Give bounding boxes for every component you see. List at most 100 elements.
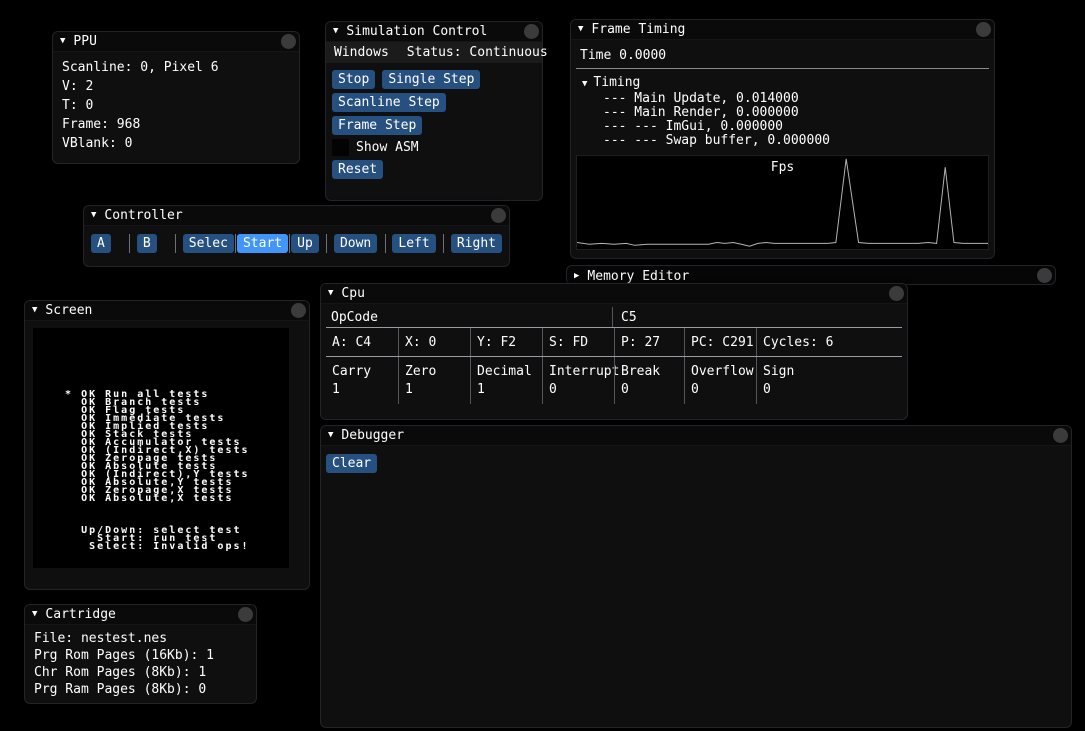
memory-editor-window: ▶ Memory Editor bbox=[566, 265, 1056, 285]
timing-tree-node[interactable]: ▼Timing bbox=[576, 75, 989, 92]
clear-button[interactable]: Clear bbox=[326, 454, 377, 473]
cpu-title: Cpu bbox=[341, 286, 364, 301]
register-pc: PC: C291 bbox=[684, 328, 756, 356]
menu-windows[interactable]: Windows bbox=[334, 45, 389, 60]
cpu-window: ▼ Cpu OpCode C5 A: C4 X: 0 Y: F2 S: FD P… bbox=[320, 283, 908, 420]
screen-titlebar[interactable]: ▼ Screen bbox=[25, 301, 309, 321]
debugger-window: ▼ Debugger Clear bbox=[320, 425, 1072, 728]
simulation-control-window: ▼ Simulation Control Windows Status: Con… bbox=[325, 21, 543, 201]
separator bbox=[289, 234, 290, 253]
collapse-arrow-icon[interactable]: ▼ bbox=[328, 289, 333, 298]
close-button[interactable] bbox=[976, 22, 991, 37]
cartridge-file-text: File: nestest.nes bbox=[34, 630, 247, 647]
separator bbox=[129, 234, 130, 253]
collapse-arrow-icon[interactable]: ▼ bbox=[333, 27, 338, 36]
reset-button[interactable]: Reset bbox=[332, 160, 383, 179]
screen-window: ▼ Screen * OK Run all tests OK Branch te… bbox=[24, 300, 310, 590]
tree-expand-arrow-icon[interactable]: ▼ bbox=[582, 79, 587, 89]
register-cycles: Cycles: 6 bbox=[756, 328, 902, 356]
registers-row: A: C4 X: 0 Y: F2 S: FD P: 27 PC: C291 Cy… bbox=[326, 328, 902, 357]
collapse-arrow-icon[interactable]: ▼ bbox=[578, 25, 583, 34]
ppu-scanline-text: Scanline: 0, Pixel 6 bbox=[62, 58, 290, 77]
nes-screen-text: * OK Run all tests OK Branch tests OK Fl… bbox=[49, 359, 250, 551]
flags-row: Carry1 Zero1 Decimal1 Interrupt0 Break0 … bbox=[326, 357, 902, 404]
collapse-arrow-icon[interactable]: ▼ bbox=[91, 211, 96, 220]
register-y: Y: F2 bbox=[470, 328, 542, 356]
opcode-label: OpCode bbox=[326, 310, 612, 325]
simulation-control-menubar: Windows Status: Continuous bbox=[326, 42, 542, 63]
cartridge-title: Cartridge bbox=[45, 607, 115, 622]
cpu-titlebar[interactable]: ▼ Cpu bbox=[321, 284, 907, 304]
fps-plot-title: Fps bbox=[771, 160, 794, 175]
controller-button-left[interactable]: Left bbox=[392, 234, 435, 253]
memory-editor-title: Memory Editor bbox=[587, 269, 689, 284]
controller-button-start[interactable]: Start bbox=[237, 234, 288, 253]
opcode-row: OpCode C5 bbox=[326, 307, 902, 328]
register-p: P: 27 bbox=[614, 328, 684, 356]
timing-item-main-render: --- Main Render, 0.000000 bbox=[576, 106, 989, 120]
ppu-vblank-text: VBlank: 0 bbox=[62, 134, 290, 153]
separator bbox=[443, 234, 444, 253]
close-button[interactable] bbox=[281, 34, 296, 49]
collapse-arrow-icon[interactable]: ▼ bbox=[328, 431, 333, 440]
ppu-title: PPU bbox=[73, 34, 96, 49]
ppu-frame-text: Frame: 968 bbox=[62, 115, 290, 134]
stop-button[interactable]: Stop bbox=[332, 70, 375, 89]
ppu-window: ▼ PPU Scanline: 0, Pixel 6 V: 2 T: 0 Fra… bbox=[52, 31, 300, 164]
controller-titlebar[interactable]: ▼ Controller bbox=[84, 206, 509, 226]
close-button[interactable] bbox=[1053, 428, 1068, 443]
separator bbox=[235, 234, 236, 253]
fps-plot: Fps bbox=[576, 155, 989, 250]
cartridge-titlebar[interactable]: ▼ Cartridge bbox=[25, 605, 256, 625]
controller-button-select[interactable]: Selec bbox=[183, 234, 234, 253]
controller-button-right[interactable]: Right bbox=[451, 234, 502, 253]
controller-button-b[interactable]: B bbox=[137, 234, 157, 253]
controller-button-a[interactable]: A bbox=[91, 234, 111, 253]
scanline-step-button[interactable]: Scanline Step bbox=[332, 93, 446, 112]
separator bbox=[175, 234, 176, 253]
timing-item-imgui: --- --- ImGui, 0.000000 bbox=[576, 120, 989, 134]
collapse-arrow-icon[interactable]: ▶ bbox=[574, 272, 579, 281]
register-a: A: C4 bbox=[326, 328, 398, 356]
simulation-control-title: Simulation Control bbox=[346, 24, 487, 39]
show-asm-checkbox[interactable] bbox=[332, 139, 349, 156]
separator bbox=[326, 234, 327, 253]
opcode-value: C5 bbox=[612, 307, 902, 327]
simulation-control-titlebar[interactable]: ▼ Simulation Control bbox=[326, 22, 542, 42]
collapse-arrow-icon[interactable]: ▼ bbox=[32, 306, 37, 315]
flag-sign: Sign0 bbox=[756, 357, 902, 404]
register-s: S: FD bbox=[542, 328, 614, 356]
flag-carry: Carry1 bbox=[326, 357, 398, 404]
frame-time-text: Time 0.0000 bbox=[576, 46, 989, 65]
desktop: { "colors": { "page_bg": "#000000", "win… bbox=[0, 0, 1085, 731]
ppu-t-text: T: 0 bbox=[62, 96, 290, 115]
ppu-v-text: V: 2 bbox=[62, 77, 290, 96]
debugger-title: Debugger bbox=[341, 428, 404, 443]
debugger-titlebar[interactable]: ▼ Debugger bbox=[321, 426, 1071, 446]
flag-zero: Zero1 bbox=[398, 357, 470, 404]
controller-title: Controller bbox=[104, 208, 182, 223]
nes-screen-display: * OK Run all tests OK Branch tests OK Fl… bbox=[33, 328, 289, 568]
controller-button-up[interactable]: Up bbox=[291, 234, 319, 253]
frame-step-button[interactable]: Frame Step bbox=[332, 116, 422, 135]
ppu-titlebar[interactable]: ▼ PPU bbox=[53, 32, 299, 52]
controller-button-down[interactable]: Down bbox=[334, 234, 377, 253]
cartridge-window: ▼ Cartridge File: nestest.nes Prg Rom Pa… bbox=[24, 604, 257, 704]
separator bbox=[576, 68, 989, 69]
close-button[interactable] bbox=[491, 208, 506, 223]
cpu-table: OpCode C5 A: C4 X: 0 Y: F2 S: FD P: 27 P… bbox=[326, 307, 902, 404]
frame-timing-titlebar[interactable]: ▼ Frame Timing bbox=[571, 20, 994, 40]
collapse-arrow-icon[interactable]: ▼ bbox=[60, 37, 65, 46]
timing-item-main-update: --- Main Update, 0.014000 bbox=[576, 92, 989, 106]
close-button[interactable] bbox=[889, 286, 904, 301]
single-step-button[interactable]: Single Step bbox=[382, 70, 480, 89]
collapse-arrow-icon[interactable]: ▼ bbox=[32, 610, 37, 619]
register-x: X: 0 bbox=[398, 328, 470, 356]
cartridge-prg-ram-text: Prg Ram Pages (8Kb): 0 bbox=[34, 681, 247, 698]
close-button[interactable] bbox=[291, 303, 306, 318]
menu-status[interactable]: Status: Continuous bbox=[407, 45, 548, 60]
close-button[interactable] bbox=[238, 607, 253, 622]
close-button[interactable] bbox=[524, 24, 539, 39]
close-button[interactable] bbox=[1037, 268, 1052, 283]
flag-break: Break0 bbox=[614, 357, 684, 404]
